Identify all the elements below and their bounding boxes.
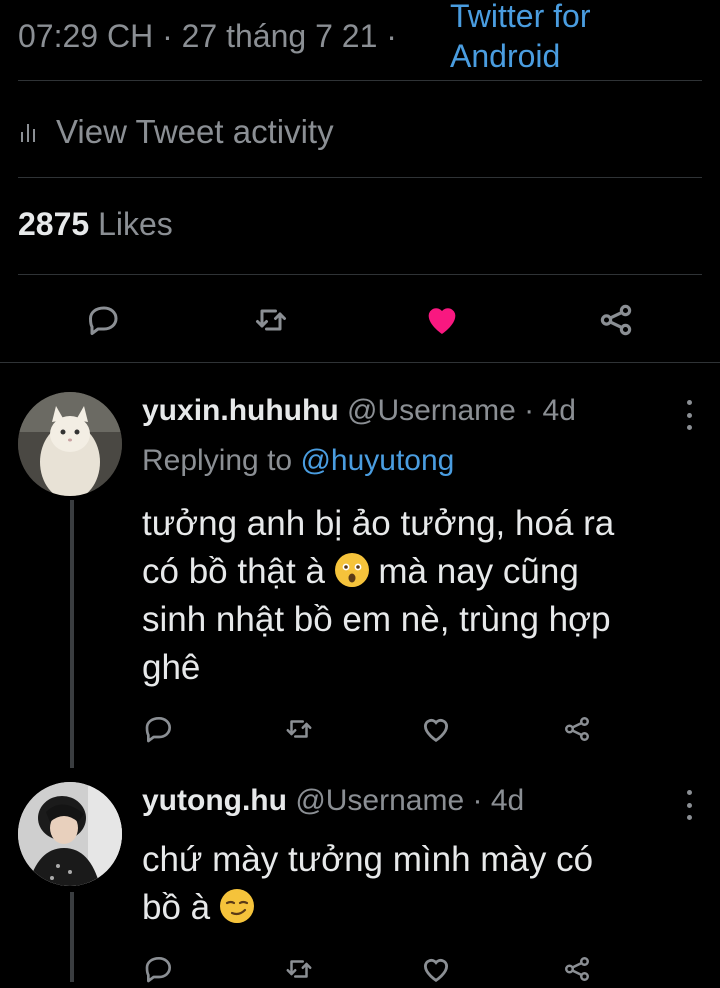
- smirking-face-emoji: [219, 889, 254, 923]
- reply-text-line: có bồ thật à mà nay cũng: [142, 552, 579, 591]
- retweet-icon: [286, 960, 312, 978]
- reply-header: yutong.hu @Username · 4d: [142, 784, 524, 818]
- divider: [18, 274, 702, 275]
- like-icon: [423, 958, 449, 983]
- share-button[interactable]: [558, 950, 596, 988]
- retweet-button[interactable]: [280, 950, 318, 988]
- retweet-icon: [286, 720, 312, 738]
- tweet-timestamp: 07:29 CH · 27 tháng 7 21 ·: [18, 18, 397, 54]
- more-dot: [686, 400, 692, 405]
- tweet-source-link[interactable]: Twitter for Android: [450, 0, 590, 76]
- share-icon: [565, 717, 589, 741]
- mention-link[interactable]: @huyutong: [300, 444, 454, 477]
- more-options-button[interactable]: [682, 400, 696, 430]
- more-dot: [686, 790, 692, 795]
- display-name[interactable]: yuxin.huhuhu: [142, 394, 339, 427]
- handle[interactable]: @Username: [295, 784, 464, 817]
- more-dot: [686, 815, 692, 820]
- reply-button[interactable]: [140, 950, 178, 988]
- share-button[interactable]: [558, 710, 596, 748]
- reply-text-line: sinh nhật bồ em nè, trùng hợp: [142, 600, 611, 639]
- reply-icon: [145, 957, 171, 983]
- handle[interactable]: @Username: [347, 394, 516, 427]
- reply-age: 4d: [542, 394, 576, 427]
- display-name[interactable]: yutong.hu: [142, 784, 287, 817]
- reply-icon: [89, 306, 118, 335]
- like-button[interactable]: [419, 296, 465, 342]
- reply-text-line: chứ mày tưởng mình mày có: [142, 840, 594, 879]
- thread-line: [70, 500, 74, 768]
- view-tweet-activity-link[interactable]: View Tweet activity: [18, 108, 334, 156]
- divider: [18, 80, 702, 81]
- likes-label: Likes: [98, 206, 173, 242]
- reply-text: chứ mày tưởng mình mày có bồ à: [142, 836, 702, 932]
- retweet-button[interactable]: [249, 298, 293, 342]
- replying-to: Replying to @huyutong: [142, 444, 454, 478]
- reply-age: 4d: [490, 784, 525, 817]
- reply-button[interactable]: [82, 298, 126, 342]
- more-dot: [686, 802, 692, 808]
- more-options-button[interactable]: [682, 790, 696, 820]
- retweet-icon: [256, 309, 286, 331]
- likes-count: 2875: [18, 206, 90, 242]
- like-button[interactable]: [416, 950, 456, 988]
- like-icon-filled: [428, 308, 456, 334]
- reply-header: yuxin.huhuhu @Username · 4d: [142, 394, 576, 428]
- likes-count-link[interactable]: 2875 Likes: [18, 206, 173, 243]
- reply-icon: [145, 717, 171, 743]
- more-dot: [686, 425, 692, 430]
- like-icon: [423, 718, 449, 743]
- share-icon: [600, 304, 632, 336]
- replying-to-label: Replying to: [142, 444, 293, 477]
- reply-text-line: ghê: [142, 648, 201, 687]
- more-dot: [686, 412, 692, 418]
- avatar[interactable]: [18, 782, 122, 886]
- thread-line: [70, 892, 74, 982]
- avatar[interactable]: [18, 392, 122, 496]
- separator: ·: [524, 394, 535, 427]
- share-icon: [565, 957, 589, 981]
- divider: [0, 362, 720, 363]
- reply-text-line: bồ à: [142, 884, 702, 932]
- retweet-button[interactable]: [280, 710, 318, 748]
- reply-button[interactable]: [140, 710, 178, 748]
- person-avatar-image: [18, 782, 122, 886]
- reply-text: tưởng anh bị ảo tưởng, hoá ra có bồ thật…: [142, 500, 702, 692]
- tweet-meta: 07:29 CH · 27 tháng 7 21 · Twitter for A…: [18, 0, 702, 80]
- bar-chart-icon: [21, 124, 35, 142]
- view-tweet-activity-label: View Tweet activity: [56, 113, 334, 150]
- share-button[interactable]: [594, 298, 638, 342]
- like-button[interactable]: [416, 710, 456, 748]
- reply-text-line: tưởng anh bị ảo tưởng, hoá ra: [142, 504, 615, 543]
- separator: ·: [472, 784, 483, 817]
- cat-avatar-image: [18, 392, 122, 496]
- astonished-face-emoji: [334, 553, 369, 587]
- divider: [18, 177, 702, 178]
